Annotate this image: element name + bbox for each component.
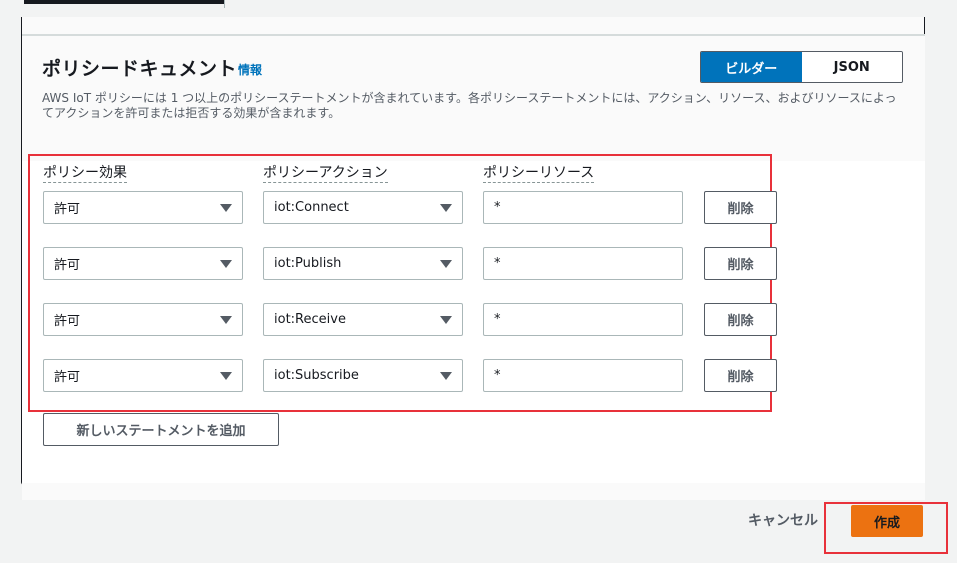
column-header-action: ポリシーアクション (263, 165, 388, 183)
effect-select[interactable]: 許可 (43, 359, 243, 392)
effect-select[interactable]: 許可 (43, 247, 243, 280)
caret-down-icon (440, 204, 452, 212)
column-header-resource: ポリシーリソース (483, 165, 595, 183)
effect-select[interactable]: 許可 (43, 191, 243, 224)
effect-select-value: 許可 (54, 370, 81, 385)
caret-down-icon (220, 372, 232, 380)
caret-down-icon (440, 372, 452, 380)
info-link[interactable]: 情報 (238, 61, 262, 78)
action-select[interactable]: iot:Connect (263, 191, 463, 224)
action-select[interactable]: iot:Publish (263, 247, 463, 280)
caret-down-icon (220, 204, 232, 212)
delete-statement-button[interactable]: 削除 (704, 191, 777, 224)
action-select-value: iot:Publish (274, 256, 342, 271)
caret-down-icon (440, 316, 452, 324)
effect-select-value: 許可 (54, 258, 81, 273)
resource-input-value: * (494, 312, 501, 327)
delete-statement-button[interactable]: 削除 (704, 247, 777, 280)
delete-statement-button[interactable]: 削除 (704, 359, 777, 392)
caret-down-icon (220, 260, 232, 268)
action-select[interactable]: iot:Receive (263, 303, 463, 336)
active-tab-indicator (24, 0, 224, 4)
cancel-button[interactable]: キャンセル (748, 510, 818, 530)
effect-select-value: 許可 (54, 202, 81, 217)
delete-statement-button[interactable]: 削除 (704, 303, 777, 336)
panel-footer-strip (22, 483, 925, 500)
action-select-value: iot:Subscribe (274, 368, 359, 383)
action-select-value: iot:Connect (274, 200, 349, 215)
resource-input[interactable]: * (483, 191, 683, 224)
effect-select[interactable]: 許可 (43, 303, 243, 336)
effect-select-value: 許可 (54, 314, 81, 329)
action-select-value: iot:Receive (274, 312, 346, 327)
section-title: ポリシードキュメント (42, 58, 238, 80)
resource-input-value: * (494, 368, 501, 383)
resource-input-value: * (494, 256, 501, 271)
highlight-create-box (824, 502, 948, 554)
caret-down-icon (440, 260, 452, 268)
caret-down-icon (220, 316, 232, 324)
tab-divider (224, 0, 225, 8)
add-statement-button[interactable]: 新しいステートメントを追加 (43, 413, 279, 446)
column-header-effect: ポリシー効果 (43, 165, 127, 183)
resource-input[interactable]: * (483, 303, 683, 336)
resource-input[interactable]: * (483, 359, 683, 392)
mode-toggle: ビルダー JSON (700, 51, 903, 83)
action-select[interactable]: iot:Subscribe (263, 359, 463, 392)
resource-input[interactable]: * (483, 247, 683, 280)
builder-toggle-button[interactable]: ビルダー (701, 52, 802, 82)
json-toggle-button[interactable]: JSON (801, 52, 902, 82)
resource-input-value: * (494, 200, 501, 215)
section-description: AWS IoT ポリシーには 1 つ以上のポリシーステートメントが含まれています… (42, 91, 897, 120)
